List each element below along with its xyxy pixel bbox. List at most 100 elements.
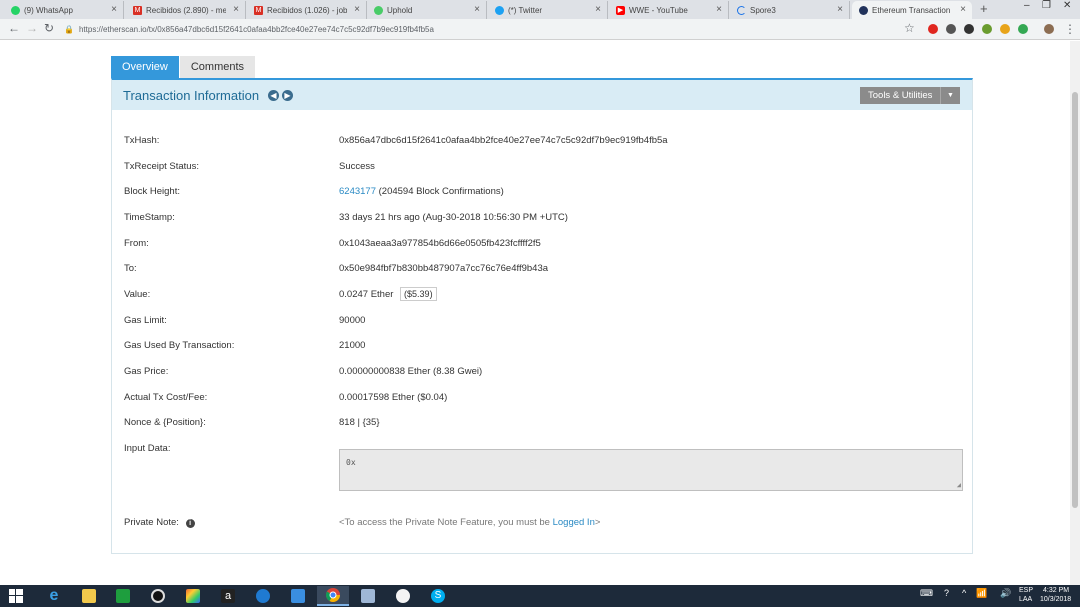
close-window-icon[interactable]: ✕ [1063,0,1071,11]
onedrive-icon[interactable] [247,586,279,606]
clock-date[interactable]: 10/3/2018 [1040,596,1071,603]
skype-icon[interactable]: S [422,586,454,606]
lang-top[interactable]: ESP [1019,587,1033,594]
volume-icon[interactable]: 🔊 [1000,588,1011,599]
to-address-link[interactable]: 0x50e984fbf7b830bb487907a7cc76c76e4ff9b4… [339,263,548,274]
bookmark-star-icon[interactable]: ☆ [904,21,915,35]
whatsapp-icon [11,5,20,15]
block-link[interactable]: 6243177 [339,186,376,197]
lang-bottom[interactable]: LAA [1019,596,1032,603]
maximize-icon[interactable]: ❐ [1042,0,1051,11]
menu-icon[interactable]: ⋮ [1064,22,1076,36]
gmail-icon: M [133,5,142,15]
close-icon[interactable]: × [111,4,117,15]
close-icon[interactable]: × [354,4,360,15]
app-icon[interactable] [142,586,174,606]
txhash-row: TxHash: 0x856a47dbc6d15f2641c0afaa4bb2fc… [124,134,668,146]
ie-icon[interactable]: e [38,586,70,606]
loading-icon [737,5,746,15]
page-tabs: Overview Comments [111,56,256,78]
store-icon[interactable] [107,586,139,606]
private-note-row: Private Note: i <To access the Private N… [124,516,601,528]
network-icon[interactable]: 📶 [976,588,987,599]
tools-utilities-button[interactable]: Tools & Utilities ▼ [860,87,960,104]
reload-icon[interactable]: ↻ [44,21,54,35]
forward-icon[interactable]: → [26,21,38,35]
from-row: From: 0x1043aeaa3a977854b6d66e0505fb423f… [124,237,541,249]
input-data-textarea[interactable]: 0x ◢ [339,449,963,491]
avatar[interactable] [1044,24,1054,34]
minimize-icon[interactable]: – [1024,0,1030,11]
close-icon[interactable]: × [595,4,601,15]
chevron-down-icon: ▼ [940,87,960,104]
chevron-up-icon[interactable]: ^ [962,588,966,598]
status-row: TxReceipt Status: Success [124,160,375,172]
browser-tab[interactable]: M Recibidos (2.890) - metalma × [126,1,246,19]
twitter-icon [495,5,504,15]
from-address-link[interactable]: 0x1043aeaa3a977854b6d66e0505fb423fcffff2… [339,238,541,249]
extension-icon[interactable] [1018,24,1028,34]
timestamp-row: TimeStamp: 33 days 21 hrs ago (Aug-30-20… [124,211,568,223]
close-icon[interactable]: × [837,4,843,15]
gas-limit-row: Gas Limit: 90000 [124,314,366,326]
gas-price-row: Gas Price: 0.00000000838 Ether (8.38 Gwe… [124,365,483,377]
extension-icon[interactable] [1000,24,1010,34]
close-icon[interactable]: × [233,4,239,15]
info-icon[interactable]: i [185,518,195,528]
taskbar: e a S ⌨ ? ^ 📶 🔊 ESP LAA 4:32 PM 10/3/201… [0,585,1080,607]
input-data-row: Input Data: [124,442,171,454]
transaction-panel: Transaction Information ◀ ▶ Tools & Util… [111,78,973,554]
gas-used-row: Gas Used By Transaction: 21000 [124,339,366,351]
txhash-value: 0x856a47dbc6d15f2641c0afaa4bb2fce40e27ee… [339,134,668,146]
browser-tab[interactable]: (9) WhatsApp × [4,1,124,19]
youtube-icon: ▶ [616,5,625,15]
browser-tab[interactable]: Uphold × [367,1,487,19]
photos-icon[interactable] [177,586,209,606]
value-row: Value: 0.0247 Ether ($5.39) [124,286,437,302]
extension-icon[interactable] [964,24,974,34]
url-field[interactable]: 🔒 https://etherscan.io/tx/0x856a47dbc6d1… [64,22,902,37]
close-icon[interactable]: × [474,4,480,15]
tab-overview[interactable]: Overview [111,56,179,78]
next-arrow-icon[interactable]: ▶ [282,90,293,101]
ether-value: 0.0247 Ether [339,289,394,300]
login-link[interactable]: Logged In [553,517,595,528]
panel-header: Transaction Information ◀ ▶ Tools & Util… [112,80,972,110]
new-tab-button[interactable]: + [980,1,988,16]
help-icon[interactable]: ? [944,588,949,598]
etherscan-icon [859,5,868,15]
opera-extension-icon[interactable] [928,24,938,34]
tab-comments[interactable]: Comments [179,56,256,78]
browser-tab[interactable]: (*) Twitter × [488,1,608,19]
fee-row: Actual Tx Cost/Fee: 0.00017598 Ether ($0… [124,391,448,403]
browser-tab[interactable]: M Recibidos (1.026) - jobsoloi × [247,1,367,19]
amazon-icon[interactable]: a [212,586,244,606]
scrollbar-thumb[interactable] [1072,92,1078,508]
clock-time[interactable]: 4:32 PM [1043,587,1069,594]
block-row: Block Height: 6243177 (204594 Block Conf… [124,185,504,197]
usd-value: ($5.39) [400,287,437,301]
close-icon[interactable]: × [960,4,966,15]
status-badge: Success [339,160,375,172]
previous-arrow-icon[interactable]: ◀ [268,90,279,101]
uphold-icon [374,5,383,15]
resize-handle-icon[interactable]: ◢ [957,481,961,489]
nonce-row: Nonce & {Position}: 818 | {35} [124,416,380,428]
to-row: To: 0x50e984fbf7b830bb487907a7cc76c76e4f… [124,262,549,274]
chrome-icon[interactable] [317,586,349,606]
timestamp-value: 33 days 21 hrs ago (Aug-30-2018 10:56:30… [339,211,568,223]
browser-tab-strip: (9) WhatsApp × M Recibidos (2.890) - met… [0,0,1080,19]
notepad-icon[interactable] [352,586,384,606]
keyboard-icon[interactable]: ⌨ [920,588,933,599]
browser-tab[interactable]: Spore3 × [730,1,850,19]
browser-tab-active[interactable]: Ethereum Transaction 0x85 × [852,1,972,19]
itunes-icon[interactable] [387,586,419,606]
explorer-icon[interactable] [73,586,105,606]
extension-icon[interactable] [982,24,992,34]
calc-icon[interactable] [282,586,314,606]
start-icon[interactable] [0,586,32,606]
extension-icon[interactable] [946,24,956,34]
browser-tab[interactable]: ▶ WWE - YouTube × [609,1,729,19]
close-icon[interactable]: × [716,4,722,15]
back-icon[interactable]: ← [8,21,20,35]
